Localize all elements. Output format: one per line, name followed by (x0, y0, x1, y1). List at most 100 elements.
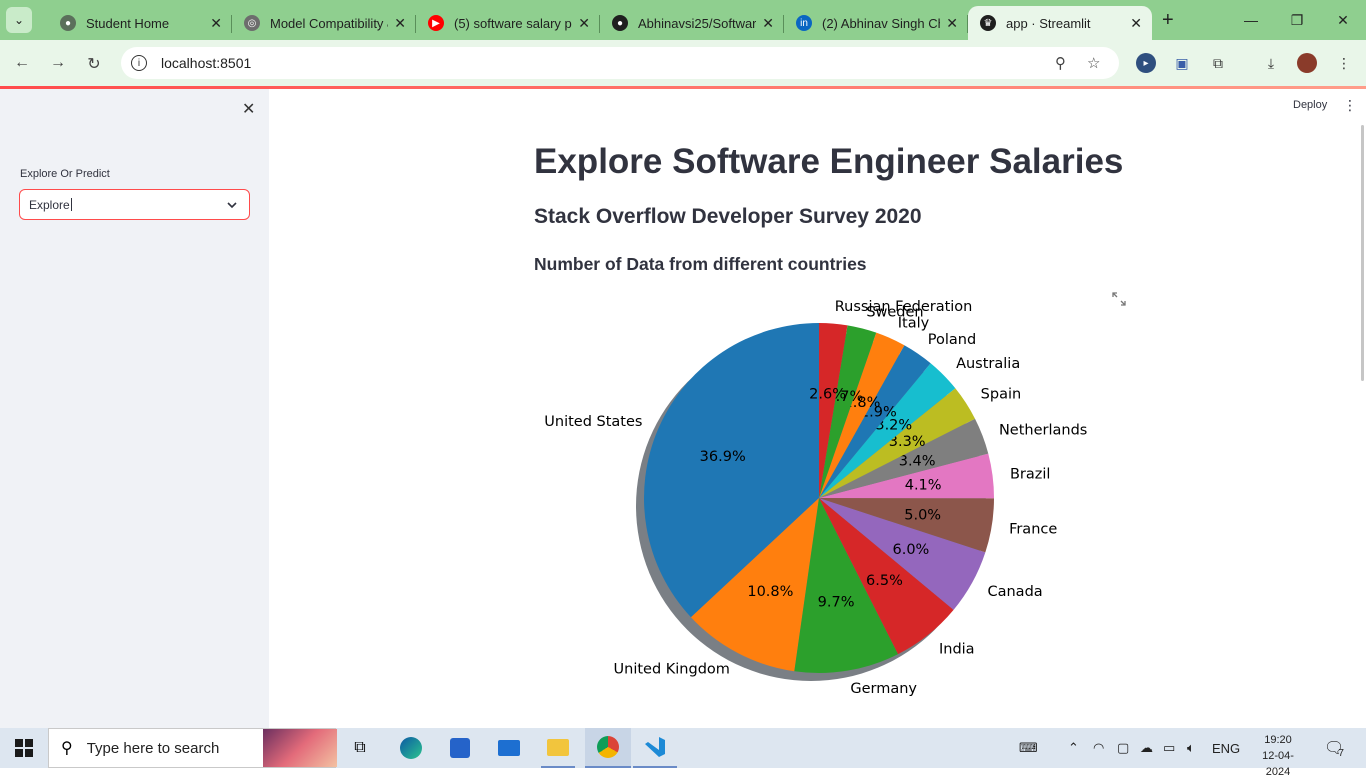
sidebar: ✕ Explore Or Predict Explore (0, 89, 269, 728)
clock[interactable]: 19:20 12-04-2024 (1253, 732, 1303, 780)
chevron-up-icon[interactable]: ⌃ (1068, 728, 1079, 768)
volume-icon[interactable]: 🔈︎ (1187, 728, 1195, 768)
tab-favicon-icon: ● (60, 15, 76, 31)
pie-category-label: Russian Federation (835, 299, 973, 315)
extension-icon[interactable]: ▣ (1172, 53, 1192, 73)
restore-button[interactable]: ❐ (1274, 0, 1320, 40)
pie-percent-label: 3.4% (899, 454, 936, 470)
pie-percent-label: 4.1% (905, 478, 942, 494)
site-info-icon[interactable]: i (131, 55, 147, 71)
back-button[interactable]: ← (4, 54, 40, 72)
mail-icon[interactable] (492, 728, 526, 768)
file-explorer-icon[interactable] (541, 728, 575, 768)
pie-category-label: United States (544, 414, 642, 430)
tab-title: (2) Abhinav Singh Ch (822, 15, 941, 31)
pie-percent-label: 10.8% (747, 584, 793, 600)
vscode-icon[interactable] (633, 728, 677, 768)
browser-toolbar: ← → ↻ i localhost:8501 ⚲ ☆ (0, 40, 1366, 86)
text-cursor (70, 198, 72, 211)
tab-title: Abhinavsi25/Software (638, 15, 757, 31)
extension-icon[interactable]: ▸ (1136, 53, 1156, 73)
tab-close-icon[interactable]: ✕ (762, 15, 774, 32)
pie-category-label: Germany (850, 681, 917, 697)
battery-icon[interactable]: ▭ (1163, 728, 1175, 768)
keyboard-icon[interactable]: ⌨ (1019, 728, 1038, 768)
store-icon[interactable] (443, 728, 477, 768)
pie-percent-label: 5.0% (904, 508, 941, 524)
tab-close-icon[interactable]: ✕ (394, 15, 406, 32)
search-highlight-image (263, 729, 337, 767)
onedrive-icon[interactable]: ☁ (1140, 728, 1153, 768)
tab-title: Student Home (86, 15, 170, 31)
tab-favicon-icon: ♛ (980, 15, 996, 31)
chevron-down-icon: ⌄ (13, 13, 25, 27)
pie-percent-label: 6.0% (892, 542, 929, 558)
close-sidebar-icon[interactable]: ✕ (242, 99, 255, 119)
close-window-button[interactable]: ✕ (1320, 0, 1366, 40)
address-url: localhost:8501 (161, 55, 252, 71)
clock-date: 12-04-2024 (1262, 750, 1294, 778)
pie-category-label: Brazil (1010, 467, 1050, 483)
select-label: Explore Or Predict (20, 168, 110, 180)
select-value: Explore (29, 197, 70, 212)
main-content: Deploy ⋮ Explore Software Engineer Salar… (269, 89, 1366, 728)
browser-tab[interactable]: ▶ (5) software salary pre ✕ (416, 6, 600, 40)
search-icon: ⚲ (61, 740, 73, 757)
forward-button[interactable]: → (40, 54, 76, 72)
pie-category-label: Poland (928, 332, 976, 348)
extensions-puzzle-icon[interactable]: ⧉ (1208, 53, 1228, 73)
pie-chart: 36.9% United States 10.8% United Kingdom 9.7… (544, 299, 1087, 697)
address-bar[interactable]: i localhost:8501 ⚲ ☆ (121, 47, 1119, 79)
tab-favicon-icon: ◎ (244, 15, 260, 31)
new-tab-button[interactable]: + (1162, 9, 1174, 32)
tab-favicon-icon: ▶ (428, 15, 444, 31)
pie-category-label: France (1009, 521, 1057, 537)
edge-icon[interactable] (394, 728, 428, 768)
pie-category-label: Australia (956, 356, 1020, 372)
browser-tab[interactable]: ◎ Model Compatibility & ✕ (232, 6, 416, 40)
chevron-down-icon (227, 202, 237, 209)
browser-tab[interactable]: ● Abhinavsi25/Software ✕ (600, 6, 784, 40)
pie-percent-label: 36.9% (700, 449, 746, 465)
tab-title: Model Compatibility & (270, 15, 389, 31)
minimize-button[interactable]: — (1228, 0, 1274, 40)
reload-button[interactable]: ↻ (76, 54, 112, 74)
pie-percent-label: 2.6% (809, 386, 846, 402)
chrome-icon[interactable] (585, 728, 631, 768)
tab-title: app · Streamlit (1006, 15, 1091, 31)
browser-menu-icon[interactable]: ⋮ (1334, 53, 1354, 73)
tab-search-button[interactable]: ⌄ (6, 7, 32, 33)
pie-percent-label: 6.5% (866, 573, 903, 589)
tab-close-icon[interactable]: ✕ (946, 15, 958, 32)
profile-avatar[interactable] (1297, 53, 1317, 73)
tab-favicon-icon: in (796, 15, 812, 31)
zoom-icon[interactable]: ⚲ (1055, 54, 1066, 72)
start-button[interactable] (0, 728, 48, 768)
browser-tab[interactable]: in (2) Abhinav Singh Ch ✕ (784, 6, 968, 40)
clock-time: 19:20 (1264, 734, 1292, 746)
browser-tab[interactable]: ♛ app · Streamlit ✕ (968, 6, 1152, 40)
tab-favicon-icon: ● (612, 15, 628, 31)
camera-icon[interactable]: ▢ (1117, 728, 1129, 768)
taskbar-search-box[interactable]: ⚲ Type here to search (48, 728, 337, 768)
download-icon[interactable]: ⤓ (1261, 53, 1281, 73)
pie-category-label: India (939, 642, 975, 658)
notification-count: 7 (1338, 747, 1344, 759)
tab-title: (5) software salary pre (454, 15, 573, 31)
explore-predict-select[interactable]: Explore (19, 189, 250, 220)
search-placeholder: Type here to search (86, 739, 220, 757)
task-view-icon[interactable]: ⧉ (345, 728, 375, 768)
tab-close-icon[interactable]: ✕ (210, 15, 222, 32)
tab-close-icon[interactable]: ✕ (1130, 15, 1142, 32)
pie-category-label: Spain (981, 386, 1022, 402)
pie-category-label: United Kingdom (614, 662, 730, 678)
browser-tab[interactable]: ● Student Home ✕ (48, 6, 232, 40)
windows-logo-icon (15, 739, 33, 757)
wifi-icon[interactable]: ◠ (1093, 728, 1104, 768)
language-indicator[interactable]: ENG (1212, 728, 1240, 768)
pie-category-label: Netherlands (999, 423, 1087, 439)
bookmark-star-icon[interactable]: ☆ (1087, 54, 1100, 72)
windows-taskbar: ⚲ Type here to search ⧉ ⌨ ⌃ ◠ ▢ ☁ ▭ 🔈︎ E… (0, 728, 1366, 778)
notification-icon[interactable]: 🗨︎ 7 (1324, 728, 1344, 768)
tab-close-icon[interactable]: ✕ (578, 15, 590, 32)
